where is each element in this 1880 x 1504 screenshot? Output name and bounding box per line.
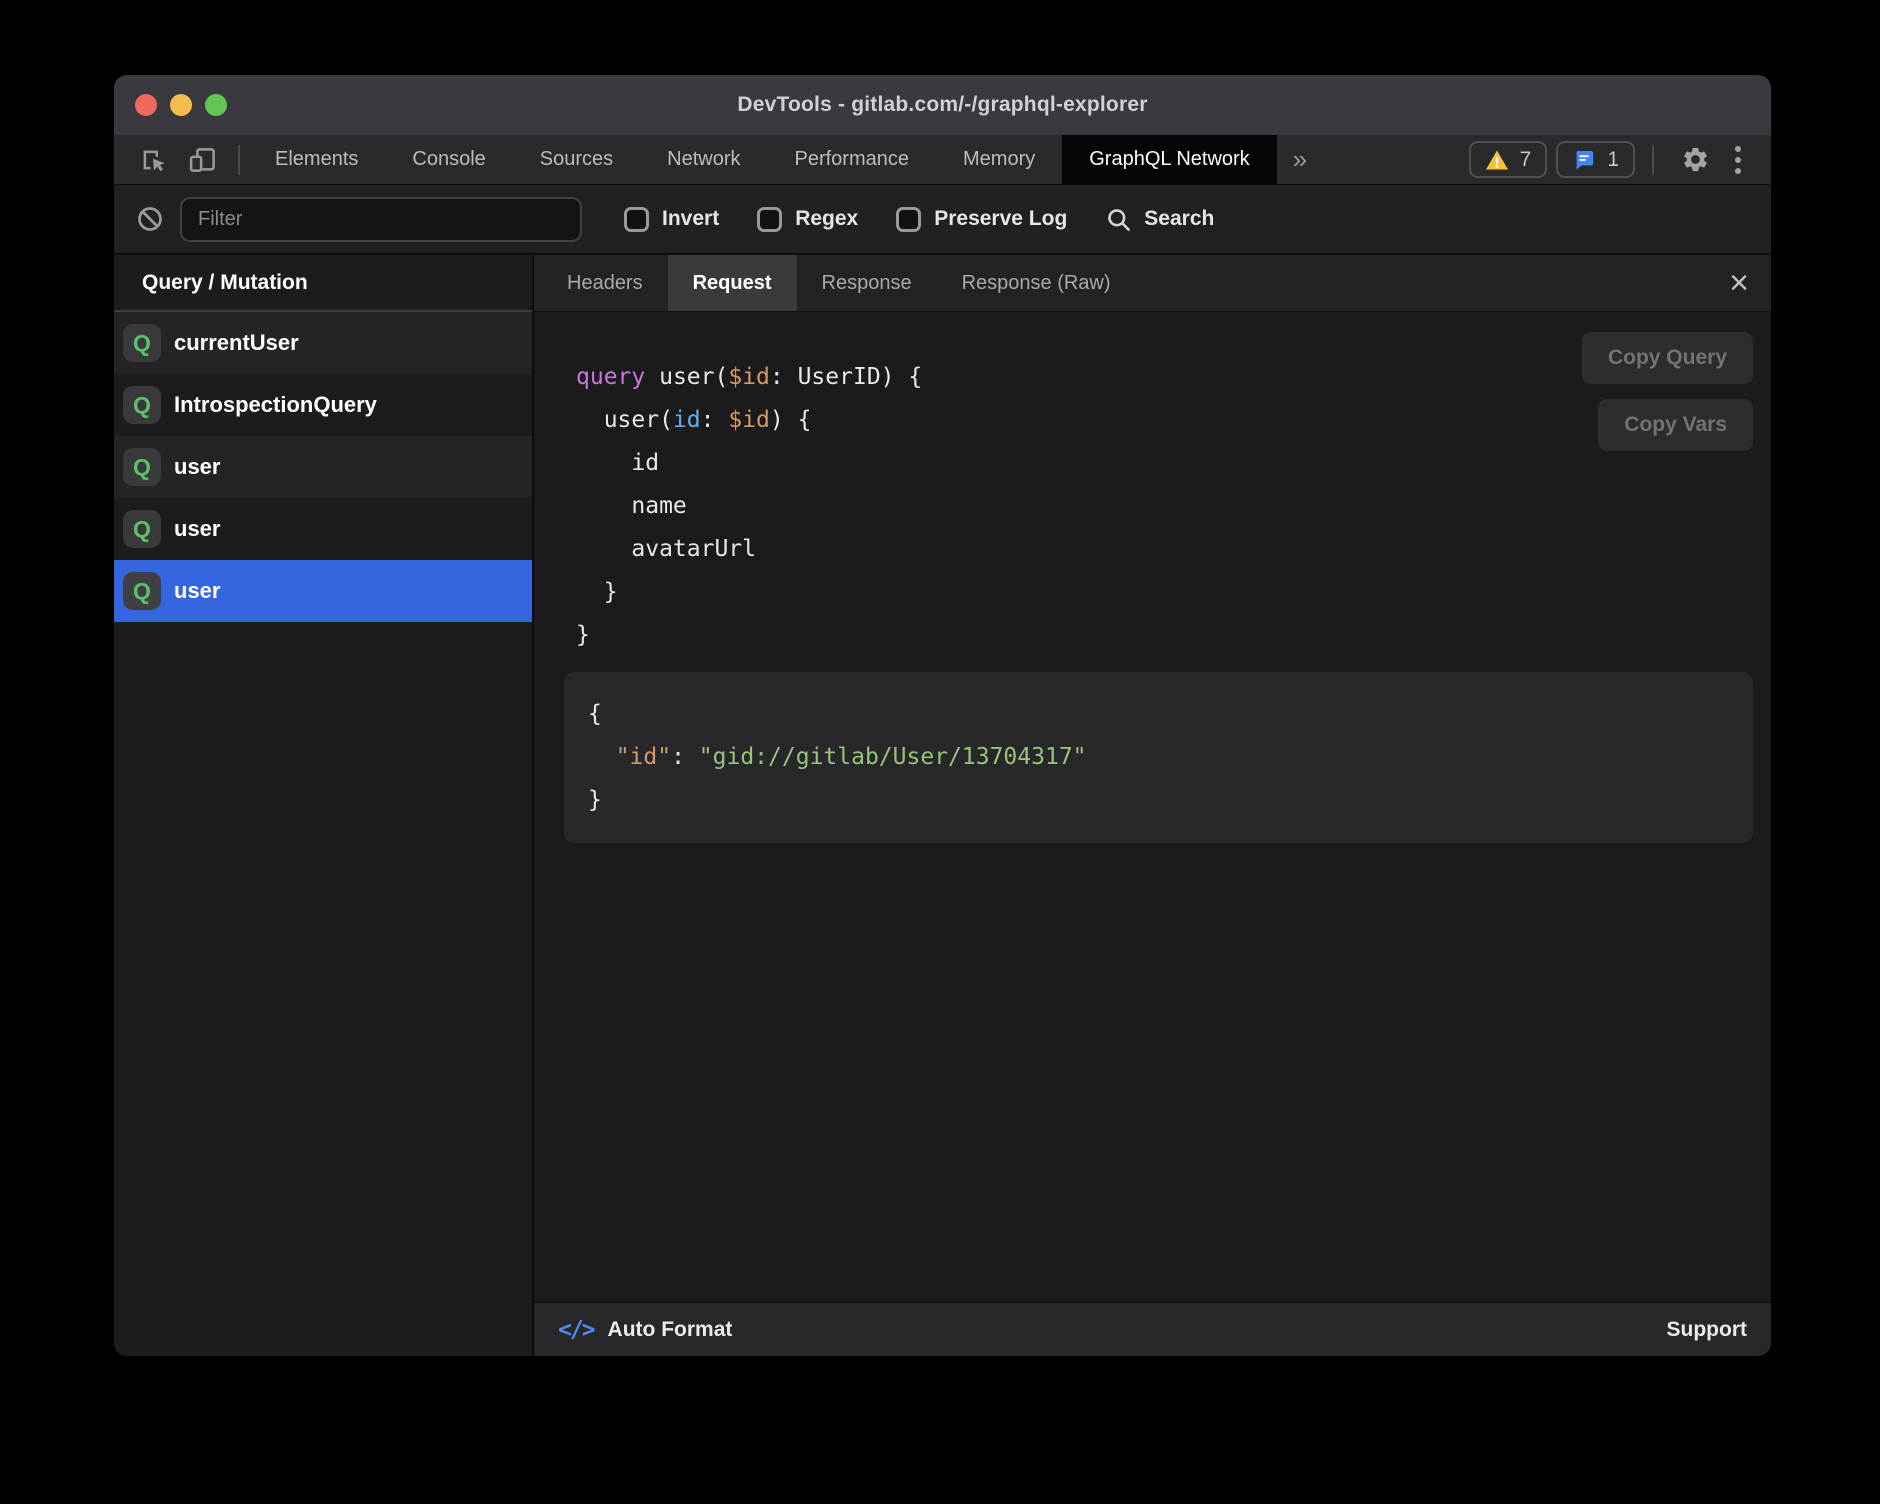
detail-footer: </> Auto Format Support [534, 1302, 1771, 1356]
traffic-lights [135, 75, 227, 135]
checkbox-label: Preserve Log [934, 207, 1067, 231]
devtools-tabstrip: ElementsConsoleSourcesNetworkPerformance… [114, 135, 1771, 185]
tabstrip-separator [238, 145, 240, 175]
query-code-line: avatarUrl [576, 528, 1771, 571]
query-type-badge: Q [123, 386, 161, 424]
search-icon [1105, 206, 1132, 233]
variables-code-line: { [588, 693, 1729, 736]
vertical-dots-icon [1735, 146, 1741, 152]
tab-sources[interactable]: Sources [513, 135, 640, 184]
minimize-window-button[interactable] [170, 94, 192, 116]
checkbox-label: Invert [662, 207, 719, 231]
checkbox-box[interactable] [757, 207, 782, 232]
chevron-double-right-icon: » [1293, 144, 1307, 175]
search-button[interactable]: Search [1105, 206, 1214, 233]
filter-input[interactable] [180, 197, 582, 242]
query-name-label: currentUser [174, 330, 299, 356]
checkbox-box[interactable] [896, 207, 921, 232]
variables-code-line: } [588, 779, 1729, 822]
request-tab-body: query user($id: UserID) { user(id: $id) … [534, 312, 1771, 1302]
tab-performance[interactable]: Performance [768, 135, 937, 184]
clear-requests-button[interactable] [136, 205, 164, 233]
query-name-label: user [174, 578, 220, 604]
checkbox-box[interactable] [624, 207, 649, 232]
inspect-element-icon[interactable] [138, 145, 168, 175]
block-icon [136, 205, 164, 233]
tab-elements[interactable]: Elements [248, 135, 385, 184]
window-title: DevTools - gitlab.com/-/graphql-explorer [737, 93, 1147, 117]
controls-separator [1652, 145, 1654, 175]
detail-tab-response[interactable]: Response [797, 255, 937, 311]
more-tabs-button[interactable]: » [1277, 135, 1323, 184]
checkbox-invert[interactable]: Invert [624, 207, 719, 232]
main-tabs: ElementsConsoleSourcesNetworkPerformance… [248, 135, 1277, 184]
issues-badge[interactable]: 1 [1556, 141, 1635, 178]
detail-tab-request[interactable]: Request [668, 255, 797, 311]
zoom-window-button[interactable] [205, 94, 227, 116]
query-code-line: name [576, 485, 1771, 528]
query-name-label: user [174, 454, 220, 480]
search-label: Search [1144, 207, 1214, 231]
query-code-line: user(id: $id) { [576, 399, 1771, 442]
detail-tabs: HeadersRequestResponseResponse (Raw) × [534, 255, 1771, 312]
query-code-line: id [576, 442, 1771, 485]
tab-graphql-network[interactable]: GraphQL Network [1062, 135, 1276, 184]
filter-checkboxes: Invert Regex Preserve Log [624, 207, 1105, 232]
customize-devtools-button[interactable] [1729, 146, 1747, 174]
query-list-item-user-3[interactable]: Quser [114, 498, 532, 560]
tabstrip-left-icons [114, 135, 230, 184]
query-list-item-currentuser-0[interactable]: QcurrentUser [114, 312, 532, 374]
graphql-variables-box: { "id": "gid://gitlab/User/13704317"} [564, 672, 1753, 843]
variables-code-line: "id": "gid://gitlab/User/13704317" [588, 736, 1729, 779]
query-type-badge: Q [123, 572, 161, 610]
tab-memory[interactable]: Memory [936, 135, 1062, 184]
warning-icon [1485, 148, 1509, 172]
sidebar-header: Query / Mutation [114, 255, 532, 312]
tabstrip-right-controls: 7 1 [1469, 135, 1771, 184]
query-code-line: } [576, 614, 1771, 657]
checkbox-regex[interactable]: Regex [757, 207, 858, 232]
checkbox-preserve-log[interactable]: Preserve Log [896, 207, 1067, 232]
panel-content: Query / Mutation QcurrentUserQIntrospect… [114, 255, 1771, 1356]
titlebar: DevTools - gitlab.com/-/graphql-explorer [114, 75, 1771, 135]
gear-icon [1681, 145, 1710, 174]
query-list: QcurrentUserQIntrospectionQueryQuserQuse… [114, 312, 532, 622]
warning-count: 7 [1520, 148, 1532, 172]
query-list-item-user-2[interactable]: Quser [114, 436, 532, 498]
warnings-badge[interactable]: 7 [1469, 141, 1548, 178]
close-icon: × [1729, 264, 1749, 302]
close-window-button[interactable] [135, 94, 157, 116]
detail-tab-headers[interactable]: Headers [542, 255, 668, 311]
filter-toolbar: Invert Regex Preserve Log Search [114, 185, 1771, 255]
query-type-badge: Q [123, 448, 161, 486]
checkbox-label: Regex [795, 207, 858, 231]
query-list-item-introspectionquery-1[interactable]: Q IntrospectionQuery [114, 374, 532, 436]
auto-format-button[interactable]: Auto Format [608, 1318, 733, 1342]
query-name-label: IntrospectionQuery [174, 392, 377, 418]
settings-button[interactable] [1671, 145, 1720, 174]
close-detail-button[interactable]: × [1729, 266, 1749, 300]
device-toolbar-icon[interactable] [188, 145, 218, 175]
copy-query-button[interactable]: Copy Query [1582, 332, 1753, 384]
tab-console[interactable]: Console [385, 135, 512, 184]
sidebar-header-label: Query / Mutation [142, 271, 308, 295]
code-format-icon: </> [558, 1317, 594, 1343]
query-list-item-user-4[interactable]: Quser [114, 560, 532, 622]
request-detail-panel: HeadersRequestResponseResponse (Raw) × q… [534, 255, 1771, 1356]
copy-vars-button[interactable]: Copy Vars [1598, 399, 1753, 451]
query-list-sidebar: Query / Mutation QcurrentUserQIntrospect… [114, 255, 534, 1356]
query-type-badge: Q [123, 324, 161, 362]
devtools-window: DevTools - gitlab.com/-/graphql-explorer… [114, 75, 1771, 1356]
detail-tabs-items: HeadersRequestResponseResponse (Raw) [542, 255, 1136, 311]
query-code-line: } [576, 571, 1771, 614]
support-link[interactable]: Support [1667, 1318, 1747, 1342]
tab-network[interactable]: Network [640, 135, 767, 184]
query-name-label: user [174, 516, 220, 542]
message-bubble-icon [1572, 148, 1596, 172]
query-type-badge: Q [123, 510, 161, 548]
issues-count: 1 [1607, 148, 1619, 172]
detail-tab-response-raw[interactable]: Response (Raw) [937, 255, 1136, 311]
